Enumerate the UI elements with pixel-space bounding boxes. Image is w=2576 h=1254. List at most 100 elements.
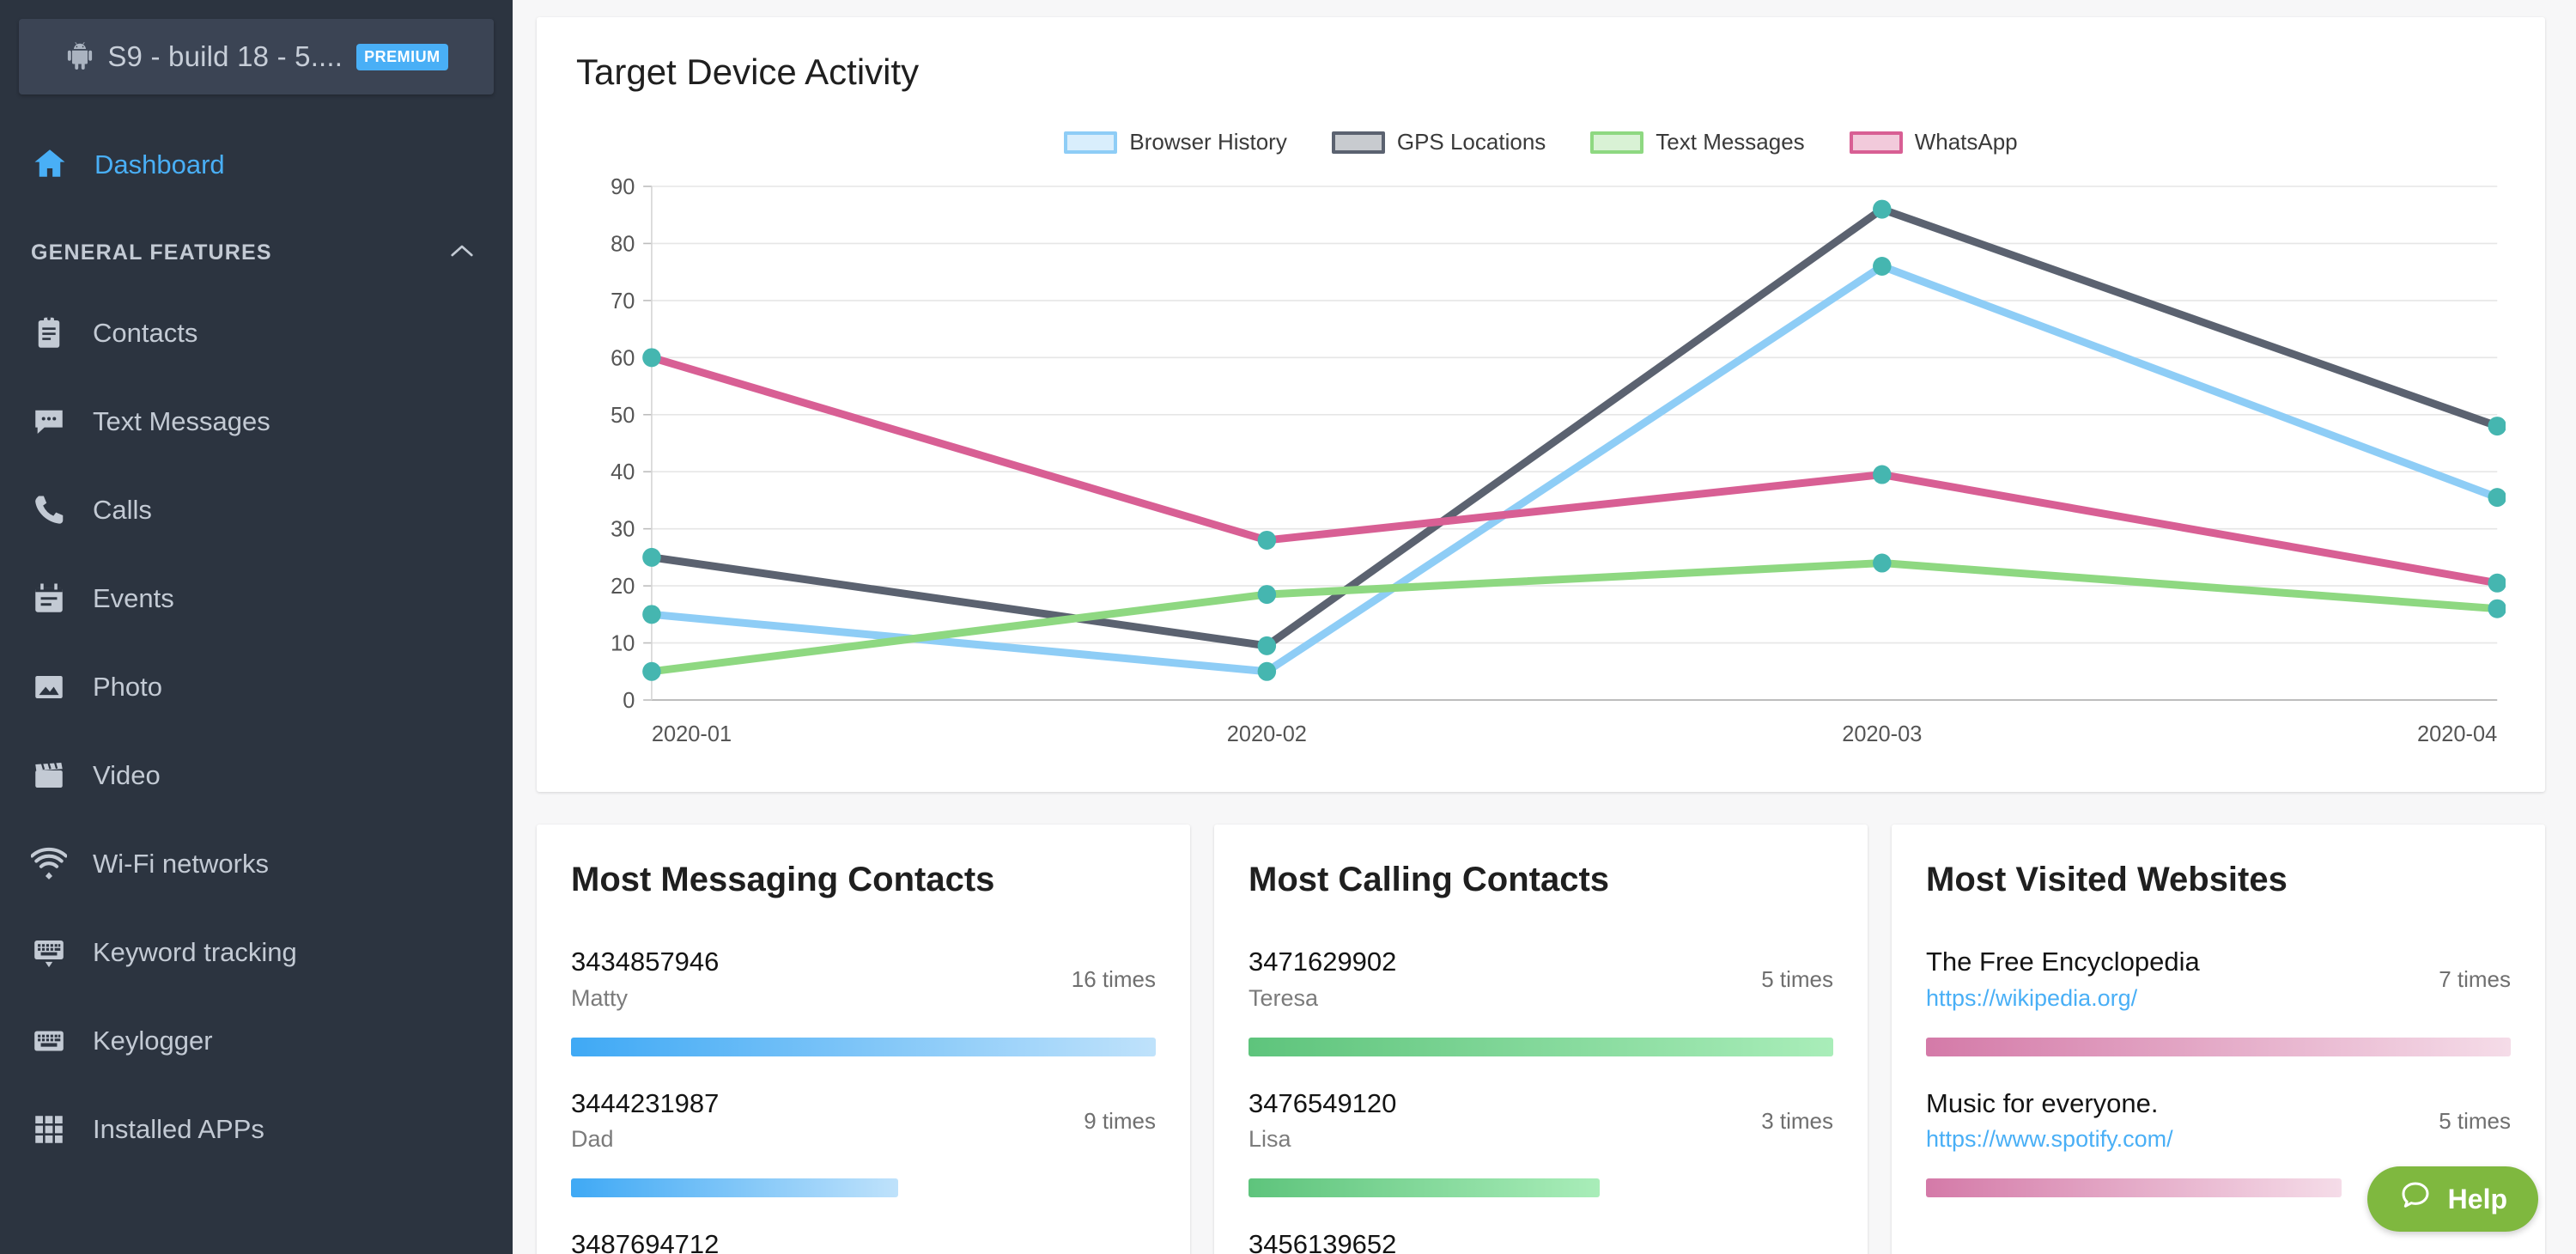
- usage-bar-track: [571, 1178, 1156, 1198]
- sidebar-item-label: Keylogger: [93, 1025, 213, 1056]
- clapperboard-icon: [31, 758, 67, 794]
- svg-text:10: 10: [611, 631, 635, 655]
- usage-bar-track: [571, 1037, 1156, 1056]
- image-icon: [31, 669, 67, 705]
- list-item[interactable]: 3456139652: [1249, 1227, 1833, 1254]
- list-item[interactable]: 3476549120 Lisa 3 times: [1249, 1086, 1833, 1198]
- sidebar-item-video[interactable]: Video: [0, 731, 513, 819]
- help-button[interactable]: Help: [2366, 1166, 2538, 1232]
- list-item-title: The Free Encyclopedia: [1926, 947, 2200, 977]
- app-root: S9 - build 18 - 5.... PREMIUM Dashboard …: [0, 0, 2576, 1254]
- sidebar-item-calls[interactable]: Calls: [0, 466, 513, 554]
- sidebar-item-label: Events: [93, 582, 174, 613]
- sidebar-nav-list: Contacts Text Messages Calls Events Photo Vid…: [0, 289, 513, 1173]
- phone-icon: [31, 492, 67, 528]
- list-item[interactable]: The Free Encyclopedia https://wikipedia.o…: [1926, 944, 2511, 1056]
- list-item-count: 5 times: [2439, 1107, 2511, 1134]
- legend-label: WhatsApp: [1914, 129, 2018, 155]
- chart-legend: Browser History GPS Locations Text Message…: [576, 129, 2506, 155]
- svg-text:20: 20: [611, 575, 635, 599]
- activity-chart-card: Target Device Activity Browser History GP…: [537, 17, 2545, 792]
- clipboard-icon: [31, 315, 67, 351]
- legend-item[interactable]: GPS Locations: [1331, 129, 1546, 155]
- sidebar-item-events[interactable]: Events: [0, 554, 513, 642]
- grid-icon: [31, 1111, 67, 1147]
- legend-label: Text Messages: [1656, 129, 1805, 155]
- usage-bar-track: [1249, 1037, 1833, 1056]
- list-item-title: 3434857946: [571, 947, 720, 977]
- card-title: Most Messaging Contacts: [571, 861, 995, 898]
- legend-swatch: [1064, 131, 1118, 154]
- list-item-title: 3471629902: [1249, 947, 1397, 977]
- sidebar-item-contacts[interactable]: Contacts: [0, 289, 513, 377]
- sidebar-item-label: Installed APPs: [93, 1113, 264, 1144]
- usage-bar-fill: [1926, 1037, 2511, 1056]
- svg-text:80: 80: [611, 232, 635, 256]
- keyboard-down-icon: [31, 934, 67, 971]
- svg-text:2020-02: 2020-02: [1227, 722, 1307, 746]
- list-item-link[interactable]: https://www.spotify.com/: [1926, 1123, 2173, 1156]
- sidebar-item-text-messages[interactable]: Text Messages: [0, 377, 513, 466]
- list-item-title: 3476549120: [1249, 1087, 1397, 1118]
- legend-label: GPS Locations: [1396, 129, 1546, 155]
- sidebar-item-label: Calls: [93, 494, 152, 525]
- sidebar-item-label: Wi-Fi networks: [93, 848, 269, 879]
- list-item-count: 7 times: [2439, 966, 2511, 992]
- list-item[interactable]: 3434857946 Matty 16 times: [571, 944, 1156, 1056]
- device-selector[interactable]: S9 - build 18 - 5.... PREMIUM: [19, 19, 494, 94]
- svg-text:60: 60: [611, 346, 635, 370]
- card-title: Most Visited Websites: [1926, 861, 2287, 898]
- sidebar-item-label: Contacts: [93, 317, 198, 348]
- sidebar-item-label: Keyword tracking: [93, 936, 297, 967]
- usage-bar-fill: [1926, 1178, 2342, 1198]
- summary-card: Most Messaging Contacts 3434857946 Matty 16…: [537, 825, 1190, 1254]
- usage-bar-fill: [571, 1178, 899, 1198]
- sidebar: S9 - build 18 - 5.... PREMIUM Dashboard …: [0, 0, 513, 1254]
- svg-text:90: 90: [611, 176, 635, 199]
- list-item-count: 9 times: [1084, 1107, 1156, 1134]
- premium-badge: PREMIUM: [356, 43, 448, 70]
- usage-bar-fill: [1249, 1178, 1600, 1198]
- list-item-subtitle: Matty: [571, 984, 629, 1011]
- sidebar-item-keylogger[interactable]: Keylogger: [0, 996, 513, 1085]
- calendar-icon: [31, 581, 67, 617]
- list-item-count: 3 times: [1761, 1107, 1833, 1134]
- svg-text:50: 50: [611, 404, 635, 428]
- svg-text:30: 30: [611, 517, 635, 541]
- sidebar-item-wi-fi-networks[interactable]: Wi-Fi networks: [0, 819, 513, 908]
- list-item-title: 3456139652: [1249, 1229, 1397, 1254]
- legend-item[interactable]: Text Messages: [1590, 129, 1805, 155]
- sidebar-section-general-features[interactable]: GENERAL FEATURES: [0, 216, 513, 289]
- list-item[interactable]: 3471629902 Teresa 5 times: [1249, 944, 1833, 1056]
- main-content: Target Device Activity Browser History GP…: [513, 0, 2576, 1254]
- summary-cards-row: Most Messaging Contacts 3434857946 Matty 16…: [537, 825, 2545, 1254]
- summary-card: Most Calling Contacts 3471629902 Teresa 5 t…: [1214, 825, 1868, 1254]
- legend-item[interactable]: WhatsApp: [1849, 129, 2018, 155]
- sidebar-item-photo[interactable]: Photo: [0, 642, 513, 731]
- list-item-count: 5 times: [1761, 966, 1833, 992]
- sidebar-item-dashboard-label: Dashboard: [94, 149, 225, 180]
- list-item-title: 3444231987: [571, 1087, 720, 1118]
- list-item[interactable]: 3487694712: [571, 1227, 1156, 1254]
- chart-plot-area: 0 10 20 30 40 50 60 70 80 90 2020-01 2020-02 2020-03…: [576, 176, 2506, 777]
- legend-item[interactable]: Browser History: [1064, 129, 1287, 155]
- list-item-link[interactable]: https://wikipedia.org/: [1926, 983, 2200, 1015]
- svg-text:2020-04: 2020-04: [2417, 722, 2497, 746]
- sidebar-item-keyword-tracking[interactable]: Keyword tracking: [0, 908, 513, 996]
- wifi-icon: [31, 846, 67, 882]
- sidebar-section-label: GENERAL FEATURES: [31, 240, 272, 265]
- legend-label: Browser History: [1129, 129, 1287, 155]
- sidebar-item-label: Text Messages: [93, 405, 270, 436]
- svg-text:70: 70: [611, 289, 635, 314]
- list-item[interactable]: 3444231987 Dad 9 times: [571, 1086, 1156, 1198]
- speech-bubble-icon: [2398, 1178, 2433, 1220]
- svg-text:0: 0: [623, 689, 635, 713]
- list-item-subtitle: Teresa: [1249, 984, 1319, 1011]
- sidebar-item-installed-apps[interactable]: Installed APPs: [0, 1085, 513, 1173]
- sidebar-item-dashboard[interactable]: Dashboard: [0, 124, 513, 206]
- list-item-count: 16 times: [1071, 966, 1156, 992]
- android-icon: [64, 38, 95, 76]
- svg-text:40: 40: [611, 460, 635, 484]
- usage-bar-track: [1249, 1178, 1833, 1198]
- line-chart-svg: 0 10 20 30 40 50 60 70 80 90 2020-01 2020-02 2020-03…: [611, 176, 2506, 746]
